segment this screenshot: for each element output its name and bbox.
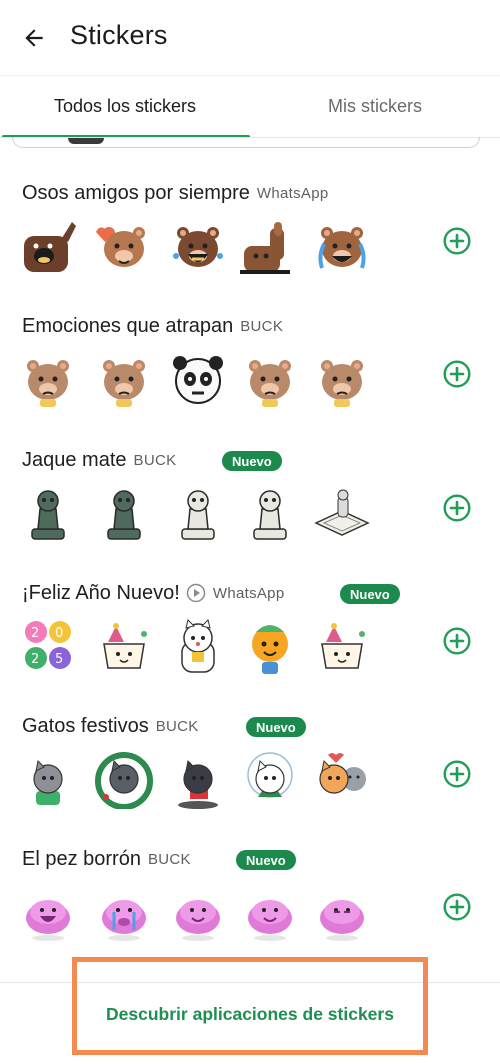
arrow-left-icon xyxy=(25,29,43,47)
cats-hug-icon xyxy=(312,749,372,809)
sticker-pack-header: El pez borrón BUCK xyxy=(22,846,191,872)
sticker-pack-name: Osos amigos por siempre xyxy=(22,181,250,204)
sticker-pack-name: Gatos festivos xyxy=(22,714,149,737)
back-button[interactable] xyxy=(16,20,52,56)
sticker-pack-name: Emociones que atrapan xyxy=(22,314,234,337)
blobfish-dance-icon xyxy=(240,882,300,942)
sticker-pack-publisher: BUCK xyxy=(147,850,191,868)
sticker-pack-row[interactable]: Gatos festivos BUCK Nuevo xyxy=(0,713,500,843)
plus-circle-icon xyxy=(443,893,471,921)
highlight-box xyxy=(72,957,428,1055)
plus-circle-icon xyxy=(443,760,471,788)
chess-pawns-icon xyxy=(94,483,154,543)
svg-text:0: 0 xyxy=(55,626,63,641)
sticker-pack-header: Jaque mate BUCK xyxy=(22,447,176,473)
plus-circle-icon xyxy=(443,227,471,255)
add-sticker-pack-button[interactable] xyxy=(443,494,471,522)
sticker-pack-name: El pez borrón xyxy=(22,847,141,870)
animated-play-icon xyxy=(186,583,206,603)
party-cup-icon xyxy=(94,616,154,676)
panda-angry-icon xyxy=(168,349,228,409)
chess-board-icon xyxy=(312,483,372,543)
blobfish-laugh-icon xyxy=(18,882,78,942)
bear-crying-laugh-icon xyxy=(168,216,228,276)
add-sticker-pack-button[interactable] xyxy=(443,893,471,921)
add-sticker-pack-button[interactable] xyxy=(443,360,471,388)
bear-shocked-icon xyxy=(240,349,300,409)
banner-card-detail xyxy=(68,138,104,144)
sticker-pack-row[interactable]: Jaque mate BUCK Nuevo xyxy=(0,447,500,577)
plus-circle-icon xyxy=(443,360,471,388)
sticker-pack-header: Emociones que atrapan BUCK xyxy=(22,313,283,339)
chess-queen-icon xyxy=(168,483,228,543)
sticker-pack-header: ¡Feliz Año Nuevo! WhatsApp xyxy=(22,580,284,606)
cat-gift-icon xyxy=(168,749,228,809)
bear-thumbs-up-icon xyxy=(240,216,300,276)
bear-sad-icon xyxy=(312,349,372,409)
lucky-cat-icon xyxy=(168,616,228,676)
plus-circle-icon xyxy=(443,627,471,655)
app-bar: Stickers xyxy=(0,0,500,75)
cup-party-hat-icon xyxy=(312,616,372,676)
bear-teary-icon xyxy=(18,349,78,409)
sticker-pack-name: ¡Feliz Año Nuevo! xyxy=(22,581,180,604)
sticker-pack-row[interactable]: ¡Feliz Año Nuevo! WhatsApp Nuevo 2 0 2 5 xyxy=(0,580,500,710)
sticker-pack-header: Osos amigos por siempre WhatsApp xyxy=(22,180,328,206)
blobfish-cry-icon xyxy=(94,882,154,942)
sticker-pack-row[interactable]: Emociones que atrapan BUCK xyxy=(0,313,500,443)
2025-balloons-icon: 2025 xyxy=(18,616,78,676)
bear-waving-icon xyxy=(18,216,78,276)
svg-text:2: 2 xyxy=(31,652,39,667)
new-badge: Nuevo xyxy=(236,850,296,870)
tab-my-stickers[interactable]: Mis stickers xyxy=(250,76,500,136)
add-sticker-pack-button[interactable] xyxy=(443,227,471,255)
tab-all-stickers[interactable]: Todos los stickers xyxy=(0,76,250,136)
blobfish-sleepy-icon xyxy=(312,882,372,942)
sticker-pack-header: Gatos festivos BUCK xyxy=(22,713,199,739)
bear-boxing-icon xyxy=(94,349,154,409)
add-sticker-pack-button[interactable] xyxy=(443,760,471,788)
new-badge: Nuevo xyxy=(246,717,306,737)
bear-heart-icon xyxy=(94,216,154,276)
add-sticker-pack-button[interactable] xyxy=(443,627,471,655)
wreath-cat-icon xyxy=(94,749,154,810)
chess-knight-icon xyxy=(18,483,78,543)
bear-crying-icon xyxy=(312,216,372,276)
sticker-pack-publisher: BUCK xyxy=(155,717,199,735)
sticker-pack-publisher: BUCK xyxy=(240,317,284,335)
svg-text:2: 2 xyxy=(31,626,39,641)
sticker-pack-row[interactable]: Osos amigos por siempre WhatsApp xyxy=(0,180,500,310)
sticker-pack-publisher: WhatsApp xyxy=(256,184,329,202)
new-badge: Nuevo xyxy=(222,451,282,471)
plus-circle-icon xyxy=(443,494,471,522)
snow-globe-cat-icon xyxy=(240,749,300,809)
tab-bar: Todos los stickers Mis stickers xyxy=(0,75,500,138)
sticker-pack-publisher: WhatsApp xyxy=(212,584,285,602)
page-title: Stickers xyxy=(70,20,168,50)
new-badge: Nuevo xyxy=(340,584,400,604)
chess-pawn-icon xyxy=(240,483,300,543)
sticker-pack-publisher: BUCK xyxy=(133,451,177,469)
orange-character-icon xyxy=(240,616,300,676)
svg-text:5: 5 xyxy=(55,652,63,667)
gray-cat-icon xyxy=(18,749,78,809)
sticker-pack-name: Jaque mate xyxy=(22,448,127,471)
blobfish-happy-icon xyxy=(168,882,228,942)
